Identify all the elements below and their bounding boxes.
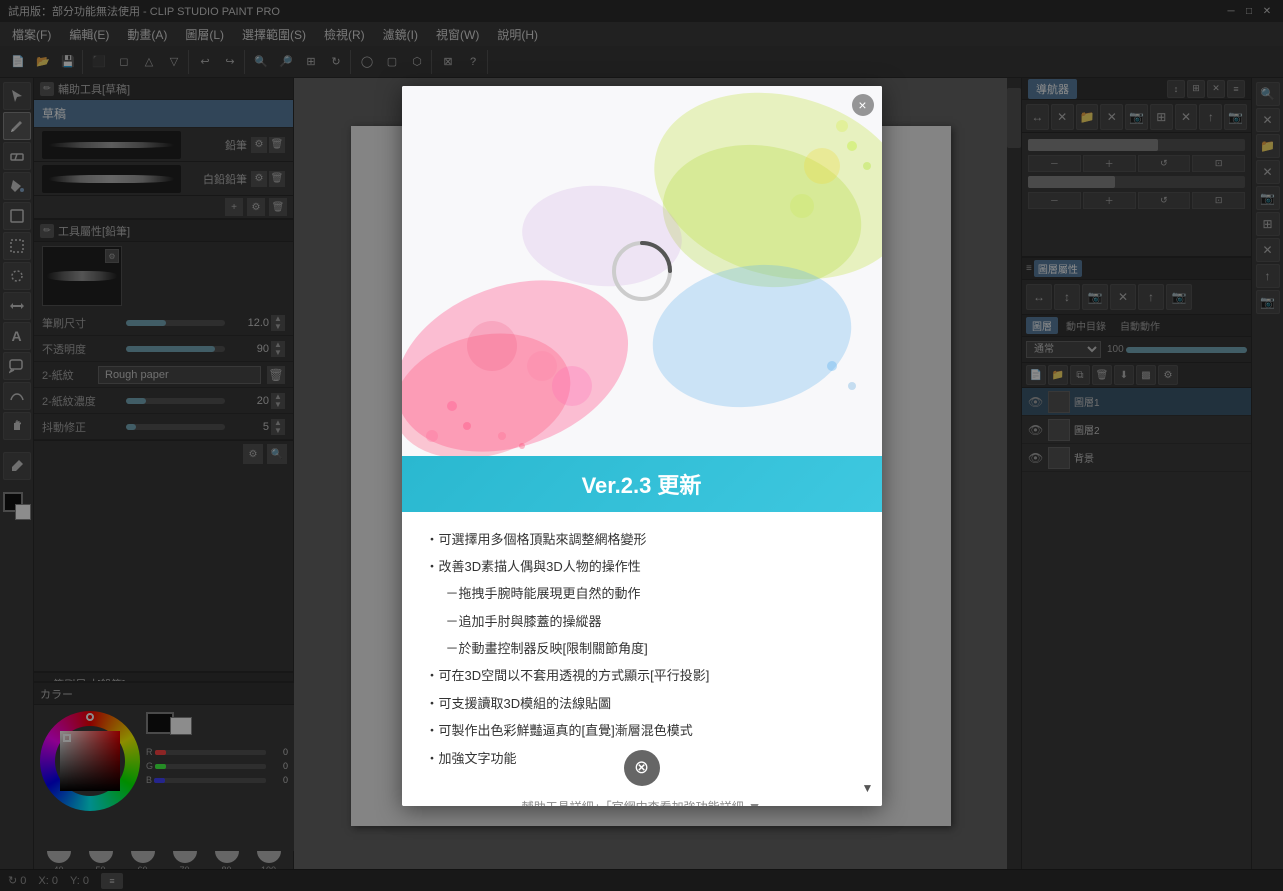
modal-title-bar: Ver.2.3 更新 <box>402 456 882 512</box>
modal-feature-item-5: 可在3D空間以不套用透視的方式顯示[平行投影] <box>426 664 858 687</box>
modal-feature-item-7: 可製作出色彩鮮豔逼真的[直覺]漸層混色模式 <box>426 719 858 742</box>
modal-splash-svg <box>402 86 882 456</box>
modal-body: 可選擇用多個格頂點來調整網格變形改善3D素描人偶與3D人物的操作性拖拽手腕時能展… <box>402 512 882 791</box>
modal-feature-item-2: 拖拽手腕時能展現更自然的動作 <box>426 582 858 605</box>
modal-features-list: 可選擇用多個格頂點來調整網格變形改善3D素描人偶與3D人物的操作性拖拽手腕時能展… <box>426 528 858 771</box>
modal-chevron-down-icon: ▼ <box>748 799 762 806</box>
modal-footer-text: 輔助工具詳細」「官網中查看加強功能詳細 <box>522 798 744 805</box>
modal-close-button[interactable]: × <box>852 94 874 116</box>
modal-footer: 輔助工具詳細」「官網中查看加強功能詳細 ▼ <box>402 790 882 805</box>
modal-feature-item-4: 於動畫控制器反映[限制關節角度] <box>426 637 858 660</box>
update-modal: × ▲ <box>402 86 882 806</box>
modal-feature-item-3: 追加手肘與膝蓋的操縱器 <box>426 610 858 633</box>
modal-overlay: × ▲ <box>0 0 1283 891</box>
modal-title: Ver.2.3 更新 <box>422 468 862 500</box>
modal-feature-item-1: 改善3D素描人偶與3D人物的操作性 <box>426 555 858 578</box>
modal-feature-item-6: 可支援讀取3D模組的法線貼圖 <box>426 692 858 715</box>
modal-image-area <box>402 86 882 456</box>
modal-feature-item-0: 可選擇用多個格頂點來調整網格變形 <box>426 528 858 551</box>
modal-close-bottom-button[interactable]: ⊗ <box>624 750 660 786</box>
modal-scroll-down-button[interactable]: ▼ <box>858 778 878 798</box>
modal-more-button[interactable]: 輔助工具詳細」「官網中查看加強功能詳細 ▼ <box>522 798 762 805</box>
